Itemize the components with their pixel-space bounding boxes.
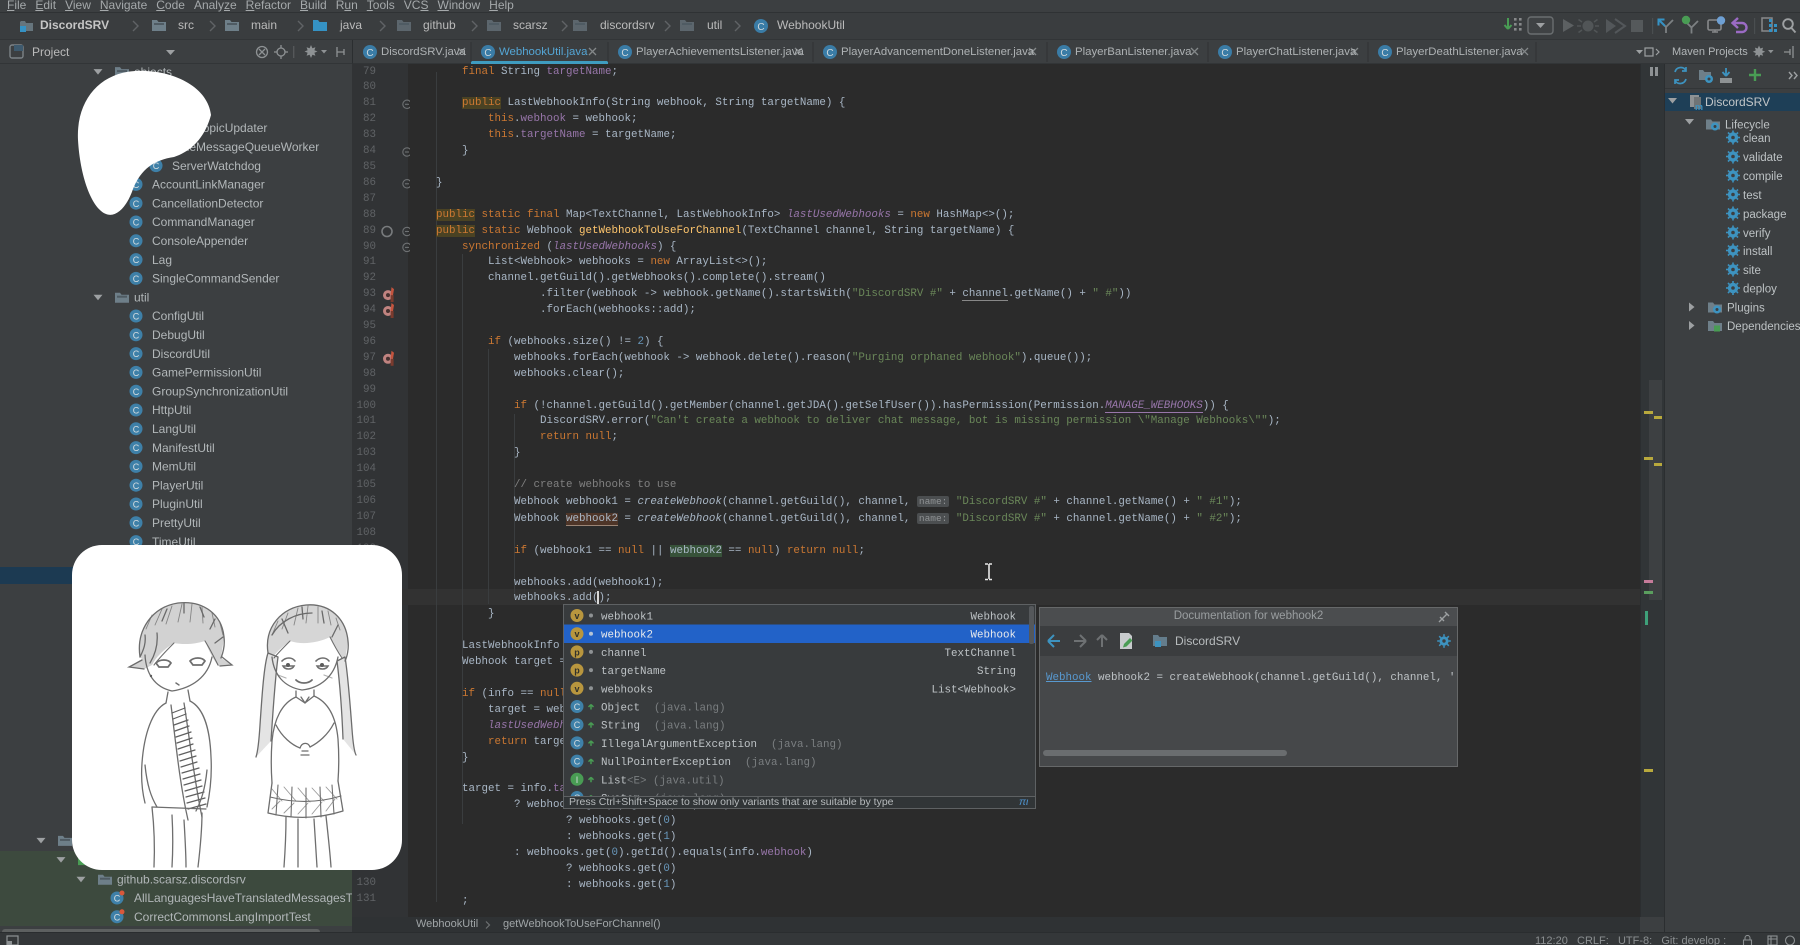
svg-text:DiscordSRV: DiscordSRV [1705,95,1770,109]
svg-text:validate: validate [1743,152,1783,164]
svg-text:targetName: targetName [601,666,666,678]
svg-text:IllegalArgumentException: IllegalArgumentException [601,739,757,751]
svg-text:List<Webhook>: List<Webhook> [932,684,1016,696]
svg-text:compile: compile [1743,171,1783,183]
svg-text:Webhook: Webhook [971,630,1017,642]
svg-text:MemUtil: MemUtil [152,460,196,474]
svg-text:Project: Project [32,45,70,59]
svg-text:deploy: deploy [1743,284,1777,296]
svg-text:ConsoleAppender: ConsoleAppender [152,234,248,248]
svg-text:clean: clean [1743,133,1771,145]
svg-text:webhook2: webhook2 [601,630,653,642]
svg-text:Object: Object [601,703,640,715]
svg-text:Lifecycle: Lifecycle [1725,120,1770,132]
svg-text:C: C [366,48,373,59]
svg-text:String: String [601,721,640,733]
svg-text:Dependencies: Dependencies [1727,321,1800,333]
svg-text:Webhook: Webhook [971,612,1017,624]
svg-text:GamePermissionUtil: GamePermissionUtil [152,366,261,380]
svg-text:ManifestUtil: ManifestUtil [152,441,215,455]
svg-text:AllLanguagesHaveTranslatedMess: AllLanguagesHaveTranslatedMessagesTest [134,891,352,905]
svg-text:C: C [826,48,833,59]
svg-text:(java.lang): (java.lang) [654,703,725,715]
svg-text:util: util [134,290,149,304]
svg-text:HttpUtil: HttpUtil [152,403,191,417]
svg-text:test: test [1743,190,1762,202]
svg-text:Plugins: Plugins [1727,303,1765,315]
svg-text:TextChannel: TextChannel [945,648,1016,660]
svg-text:channel: channel [601,648,647,660]
svg-text:verify: verify [1743,228,1771,240]
svg-text:ConfigUtil: ConfigUtil [152,309,204,323]
svg-text:package: package [1743,209,1786,221]
svg-text:<E> (java.util): <E> (java.util) [627,775,724,787]
svg-text:(java.lang): (java.lang) [654,721,725,733]
svg-text:C: C [1381,48,1388,59]
svg-text:C: C [1221,48,1228,59]
svg-text:PrettyUtil: PrettyUtil [152,516,201,530]
svg-text:PlayerUtil: PlayerUtil [152,478,203,492]
svg-text:m: m [1695,102,1703,112]
svg-text:CorrectCommonsLangImportTest: CorrectCommonsLangImportTest [134,910,311,924]
svg-text:C: C [1060,48,1067,59]
svg-text:Lag: Lag [152,253,172,267]
svg-text:DebugUtil: DebugUtil [152,328,205,342]
svg-text:SingleCommandSender: SingleCommandSender [152,272,279,286]
svg-text:LangUtil: LangUtil [152,422,196,436]
svg-text:NullPointerException: NullPointerException [601,757,731,769]
svg-text:site: site [1743,265,1761,277]
svg-text:C: C [757,22,764,33]
svg-text:C: C [484,48,491,59]
svg-text:webhooks: webhooks [601,684,653,696]
svg-text:String: String [977,666,1016,678]
svg-text:PluginUtil: PluginUtil [152,497,203,511]
svg-text:webhook1: webhook1 [601,612,653,624]
svg-text:(java.lang): (java.lang) [745,757,816,769]
svg-text:List: List [601,775,627,787]
svg-text:DiscordUtil: DiscordUtil [152,347,210,361]
svg-text:C: C [621,48,628,59]
svg-text:GroupSynchronizationUtil: GroupSynchronizationUtil [152,384,288,398]
svg-text:(java.lang): (java.lang) [771,739,842,751]
svg-text:install: install [1743,246,1772,258]
